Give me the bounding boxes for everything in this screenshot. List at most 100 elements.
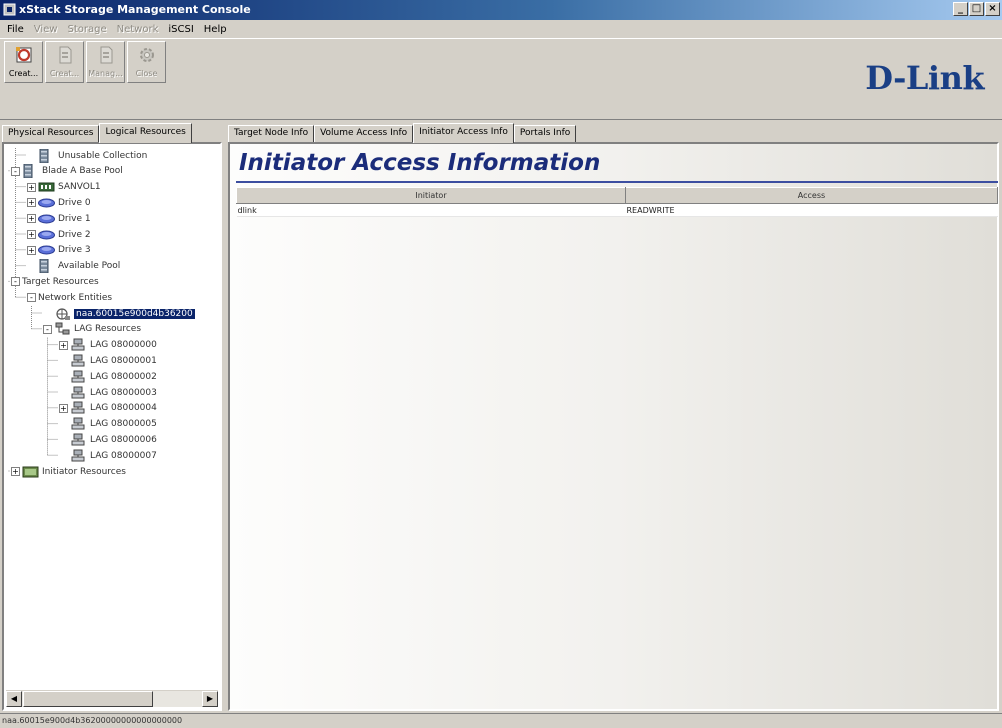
tree-item-label: Initiator Resources <box>42 466 126 477</box>
content-area: Initiator Access Information Initiator A… <box>228 142 999 711</box>
tree-item-label: Network Entities <box>38 292 113 303</box>
collapse-toggle[interactable]: - <box>27 293 36 303</box>
network-node-icon <box>71 449 85 462</box>
tree-item[interactable]: + LAG 08000000 <box>59 338 157 353</box>
tree-item-label: LAG 08000004 <box>90 403 157 414</box>
tree-item-label: Drive 0 <box>58 197 91 208</box>
column-header-initiator[interactable]: Initiator <box>236 187 626 204</box>
tree-item[interactable]: LAG 08000007 <box>59 448 157 463</box>
tab-portals-info[interactable]: Portals Info <box>513 125 577 143</box>
tree-item-label: SANVOL1 <box>58 182 101 193</box>
tree-item-label: LAG Resources <box>74 324 142 335</box>
tab-logical-resources[interactable]: Logical Resources <box>99 123 192 143</box>
tree-item[interactable]: + LAG 08000004 <box>59 401 157 416</box>
tree-item-label: naa.60015e900d4b36200 <box>74 308 195 319</box>
table-row[interactable]: dlink READWRITE <box>236 203 998 217</box>
network-node-icon <box>71 354 85 367</box>
tree-item[interactable]: LAG 08000006 <box>59 432 157 447</box>
page-title: Initiator Access Information <box>239 150 601 176</box>
maximize-button[interactable]: □ <box>969 2 984 16</box>
tree-item[interactable]: naa.60015e900d4b36200 <box>43 306 195 321</box>
title-divider <box>236 181 998 183</box>
tree-item[interactable]: + Drive 3 <box>27 243 91 258</box>
collapse-toggle[interactable]: - <box>11 166 20 176</box>
status-bar: naa.60015e900d4b36200000000000000000 <box>0 713 1002 728</box>
tree-horizontal-scrollbar[interactable]: ◀ ▶ <box>6 690 218 707</box>
tree-item[interactable]: LAG 08000005 <box>59 417 157 432</box>
initiator-access-table: Initiator Access dlink READWRITE <box>236 187 998 217</box>
tree-item[interactable]: Unusable Collection <box>27 148 147 163</box>
scroll-right-button[interactable]: ▶ <box>202 691 218 707</box>
menu-file[interactable]: File <box>2 24 29 35</box>
manage-button-label: Manag... <box>88 69 123 78</box>
tree-item-label: LAG 08000003 <box>90 387 157 398</box>
expand-toggle[interactable]: + <box>27 198 36 208</box>
close-button[interactable]: × <box>985 2 1000 16</box>
tree-item[interactable]: + SANVOL1 <box>27 180 101 195</box>
left-tab-strip: Physical Resources Logical Resources <box>2 123 192 143</box>
create-button[interactable]: Creat... <box>4 41 43 83</box>
menu-view[interactable]: View <box>29 24 63 35</box>
close-tool-button-label: Close <box>135 69 158 78</box>
expand-toggle[interactable]: + <box>11 467 20 476</box>
manage-button[interactable]: Manag... <box>86 41 125 83</box>
tree-item[interactable]: Available Pool <box>27 259 120 274</box>
tree-item[interactable]: - LAG Resources <box>43 322 141 337</box>
create-volume-button[interactable]: Creat... <box>45 41 84 83</box>
right-panel: Target Node Info Volume Access Info Init… <box>228 123 999 711</box>
collapse-toggle[interactable]: - <box>43 324 52 334</box>
network-entity-icon <box>56 307 70 320</box>
storage-pool-icon <box>39 259 49 274</box>
drive-icon <box>38 198 55 208</box>
tree-item-label: Available Pool <box>58 261 121 272</box>
network-group-icon <box>55 322 70 335</box>
scroll-left-button[interactable]: ◀ <box>6 691 22 707</box>
document-icon <box>100 46 112 64</box>
tree-item-label: Unusable Collection <box>58 150 148 161</box>
collapse-toggle[interactable]: - <box>11 277 20 287</box>
tree-item[interactable]: LAG 08000001 <box>59 353 157 368</box>
drive-icon <box>38 245 55 255</box>
expand-toggle[interactable]: + <box>27 230 36 239</box>
dlink-logo: D-Link <box>865 59 984 97</box>
tree-item[interactable]: LAG 08000003 <box>59 385 157 400</box>
tree-item[interactable]: + Drive 1 <box>27 211 91 226</box>
tree-item[interactable]: + Initiator Resources <box>11 464 126 479</box>
tree-item[interactable]: - Network Entities <box>27 290 112 305</box>
initiator-icon <box>22 466 39 477</box>
menu-help[interactable]: Help <box>199 24 232 35</box>
expand-toggle[interactable]: + <box>27 214 36 224</box>
tree-item-label: LAG 08000000 <box>90 340 157 351</box>
tab-target-node-info[interactable]: Target Node Info <box>228 125 315 143</box>
tree-item[interactable]: LAG 08000002 <box>59 369 157 384</box>
tree-item-label: LAG 08000006 <box>90 434 157 445</box>
tab-physical-resources[interactable]: Physical Resources <box>2 125 100 143</box>
menu-storage[interactable]: Storage <box>62 24 111 35</box>
scrollbar-thumb[interactable] <box>23 691 153 707</box>
menu-network[interactable]: Network <box>112 24 164 35</box>
expand-toggle[interactable]: + <box>27 245 36 255</box>
expand-toggle[interactable]: + <box>27 182 36 192</box>
tree-item-label: LAG 08000002 <box>90 371 157 382</box>
column-header-access[interactable]: Access <box>625 187 998 204</box>
status-text: naa.60015e900d4b36200000000000000000 <box>2 716 183 725</box>
storage-pool-icon <box>39 148 49 163</box>
tree-item[interactable]: + Drive 0 <box>27 195 91 210</box>
tree-item-label: Drive 3 <box>58 245 91 256</box>
network-node-icon <box>71 417 85 430</box>
tree-item[interactable]: - Target Resources <box>11 274 99 289</box>
tab-volume-access-info[interactable]: Volume Access Info <box>314 125 414 143</box>
expand-toggle[interactable]: + <box>59 340 68 350</box>
cell-access: READWRITE <box>625 203 998 217</box>
expand-toggle[interactable]: + <box>59 403 68 413</box>
tree-item[interactable]: + Drive 2 <box>27 227 91 242</box>
close-tool-button[interactable]: Close <box>127 41 166 83</box>
window-title: xStack Storage Management Console <box>19 3 251 16</box>
storage-pool-icon <box>23 164 33 179</box>
menu-iscsi[interactable]: iSCSI <box>163 24 198 35</box>
tree-item[interactable]: - Blade A Base Pool <box>11 164 123 179</box>
tree-item-label: LAG 08000007 <box>90 450 157 461</box>
tab-initiator-access-info[interactable]: Initiator Access Info <box>413 123 514 143</box>
minimize-button[interactable]: _ <box>953 2 968 16</box>
volume-icon <box>38 182 55 192</box>
